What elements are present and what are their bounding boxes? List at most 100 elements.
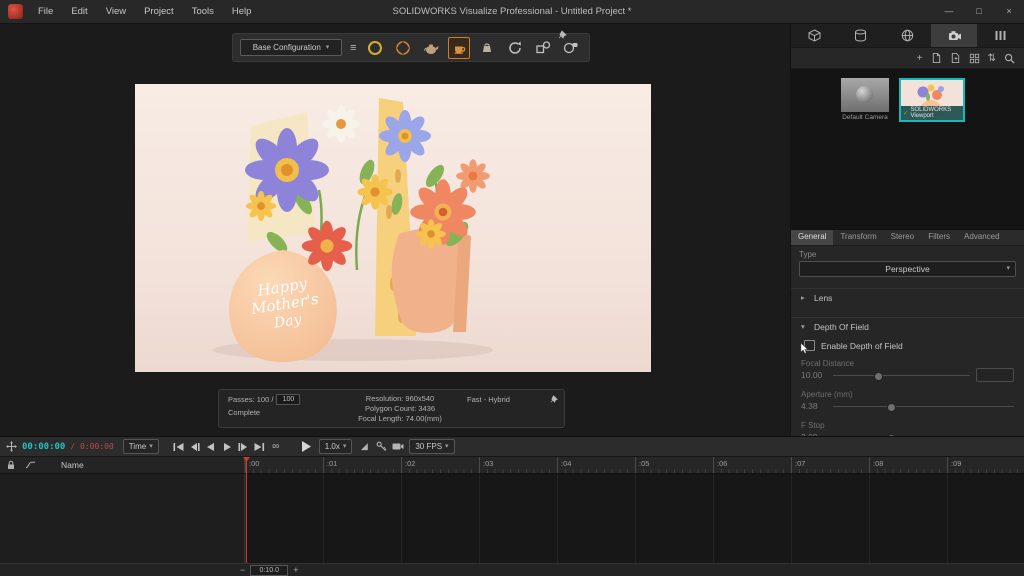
denoiser-icon[interactable]: [476, 37, 498, 59]
minimize-button[interactable]: —: [934, 0, 964, 23]
keyframe-key-icon[interactable]: [376, 441, 387, 452]
timeline-footer: − 0:10.0 +: [0, 563, 1024, 576]
focal-distance-pick-button[interactable]: [976, 368, 1014, 382]
menu-view[interactable]: View: [97, 0, 135, 23]
menu-icon[interactable]: ≡: [348, 42, 358, 54]
curve-mode-icon[interactable]: [25, 460, 36, 470]
slider-handle[interactable]: [874, 372, 883, 381]
fast-mode-icon[interactable]: [364, 37, 386, 59]
snapshot-icon[interactable]: [532, 37, 554, 59]
tab-transform[interactable]: Transform: [833, 230, 883, 245]
preview-play-button[interactable]: [299, 440, 314, 454]
skip-start-button[interactable]: [172, 440, 187, 454]
timeline-panel: 00:00:00 / 0:00:00 Time ▾ ∞ 1.0x ▾ ◢: [0, 436, 1024, 576]
play-reverse-button[interactable]: [204, 440, 219, 454]
camera-thumbnails: Default Camera ✓: [791, 69, 1024, 229]
ruler-tick: :05: [635, 457, 713, 473]
menu-project[interactable]: Project: [135, 0, 183, 23]
chevron-down-icon: ▾: [801, 322, 808, 331]
camera-preview-icon[interactable]: [560, 37, 582, 59]
tab-appearances[interactable]: [838, 24, 885, 47]
track-grid[interactable]: [245, 474, 1024, 563]
step-back-button[interactable]: [188, 440, 203, 454]
focal-distance-value[interactable]: 10.00: [801, 370, 827, 380]
lock-icon[interactable]: [6, 460, 16, 470]
ramp-icon[interactable]: ◢: [357, 441, 371, 452]
close-button[interactable]: ×: [994, 0, 1024, 23]
accurate-mode-icon[interactable]: [448, 37, 470, 59]
timeline-header: Name :00 :01 :02 :03 :04 :05 :06 :07 :08…: [0, 457, 1024, 474]
passes-complete: Complete: [228, 408, 333, 417]
pin-icon[interactable]: [550, 394, 559, 403]
timeline-tracks: [0, 474, 1024, 563]
aperture-value[interactable]: 4.38: [801, 401, 827, 411]
render-teapot-icon[interactable]: [420, 37, 442, 59]
tab-advanced[interactable]: Advanced: [957, 230, 1007, 245]
fps-select[interactable]: 30 FPS ▾: [409, 439, 454, 454]
camera-type-select[interactable]: Perspective ▾: [799, 261, 1016, 277]
time-mode-select[interactable]: Time ▾: [123, 439, 159, 454]
tab-environments[interactable]: [884, 24, 931, 47]
zoom-in-button[interactable]: +: [293, 565, 298, 575]
playhead[interactable]: [246, 457, 247, 563]
tab-cameras[interactable]: [931, 24, 978, 47]
aperture-row: 4.38: [791, 399, 1024, 413]
grid-view-icon[interactable]: [969, 53, 980, 64]
step-forward-button[interactable]: [236, 440, 251, 454]
focal-distance-slider[interactable]: [833, 370, 970, 380]
skip-end-button[interactable]: [252, 440, 267, 454]
viewport[interactable]: Base Configuration ▾ ≡: [0, 24, 790, 436]
thumbnail-default-camera[interactable]: Default Camera: [841, 78, 889, 121]
properties-tabs: General Transform Stereo Filters Advance…: [791, 229, 1024, 246]
ruler-tick: :09: [947, 457, 1024, 473]
tab-models[interactable]: [791, 24, 838, 47]
maximize-button[interactable]: □: [964, 0, 994, 23]
camera-keyframe-icon[interactable]: [392, 442, 404, 451]
timeline-range-input[interactable]: 0:10.0: [250, 565, 288, 576]
menu-file[interactable]: File: [29, 0, 62, 23]
dof-section-header[interactable]: ▾ Depth Of Field: [791, 317, 1024, 335]
new-file-icon[interactable]: [931, 52, 942, 64]
turntable-icon[interactable]: [504, 37, 526, 59]
palette-tabs: [791, 24, 1024, 48]
passes-input[interactable]: 100: [276, 394, 300, 405]
move-tool-icon[interactable]: [6, 441, 17, 452]
pin-icon[interactable]: [558, 29, 568, 39]
tab-filters[interactable]: Filters: [921, 230, 957, 245]
ruler-tick: :02: [401, 457, 479, 473]
preview-mode-icon[interactable]: [392, 37, 414, 59]
menu-edit[interactable]: Edit: [62, 0, 96, 23]
tab-scenes[interactable]: [977, 24, 1024, 47]
timeline-ruler[interactable]: :00 :01 :02 :03 :04 :05 :06 :07 :08 :09: [245, 457, 1024, 473]
thumbnail-solidworks-viewport[interactable]: ✓ SOLIDWORKS Viewport: [899, 78, 965, 122]
mouse-cursor: [800, 342, 809, 355]
duplicate-icon[interactable]: [950, 52, 961, 64]
total-time: / 0:00:00: [70, 442, 113, 451]
play-button[interactable]: [220, 440, 235, 454]
search-icon[interactable]: [1004, 53, 1015, 64]
slider-handle[interactable]: [887, 403, 896, 412]
render-canvas[interactable]: Happy Mother's Day: [135, 84, 651, 372]
tab-general[interactable]: General: [791, 230, 833, 245]
chevron-right-icon: ▸: [801, 293, 808, 302]
sort-icon[interactable]: ⇅: [988, 53, 996, 64]
playback-speed-select[interactable]: 1.0x ▾: [319, 439, 353, 454]
aperture-label: Aperture (mm): [801, 390, 1024, 399]
zoom-out-button[interactable]: −: [240, 565, 245, 575]
properties-body: Type Perspective ▾ ▸ Lens ▾ Depth Of Fie…: [791, 250, 1024, 444]
lens-section-header[interactable]: ▸ Lens: [791, 288, 1024, 306]
aperture-slider[interactable]: [833, 401, 1014, 411]
loop-button[interactable]: ∞: [268, 440, 284, 454]
viewport-toolbar: Base Configuration ▾ ≡: [232, 33, 590, 62]
track-name-column[interactable]: [0, 474, 245, 563]
menu-help[interactable]: Help: [223, 0, 261, 23]
menu-tools[interactable]: Tools: [183, 0, 223, 23]
ruler-tick: :04: [557, 457, 635, 473]
chevron-down-icon: ▾: [326, 44, 330, 51]
configuration-select[interactable]: Base Configuration ▾: [240, 39, 342, 56]
selected-thumbnail: ✓ SOLIDWORKS Viewport: [899, 78, 965, 122]
ruler-tick: :07: [791, 457, 869, 473]
palette-panel: + ⇅ Default Camera: [790, 24, 1024, 436]
add-icon[interactable]: +: [917, 53, 923, 64]
tab-stereo[interactable]: Stereo: [884, 230, 922, 245]
